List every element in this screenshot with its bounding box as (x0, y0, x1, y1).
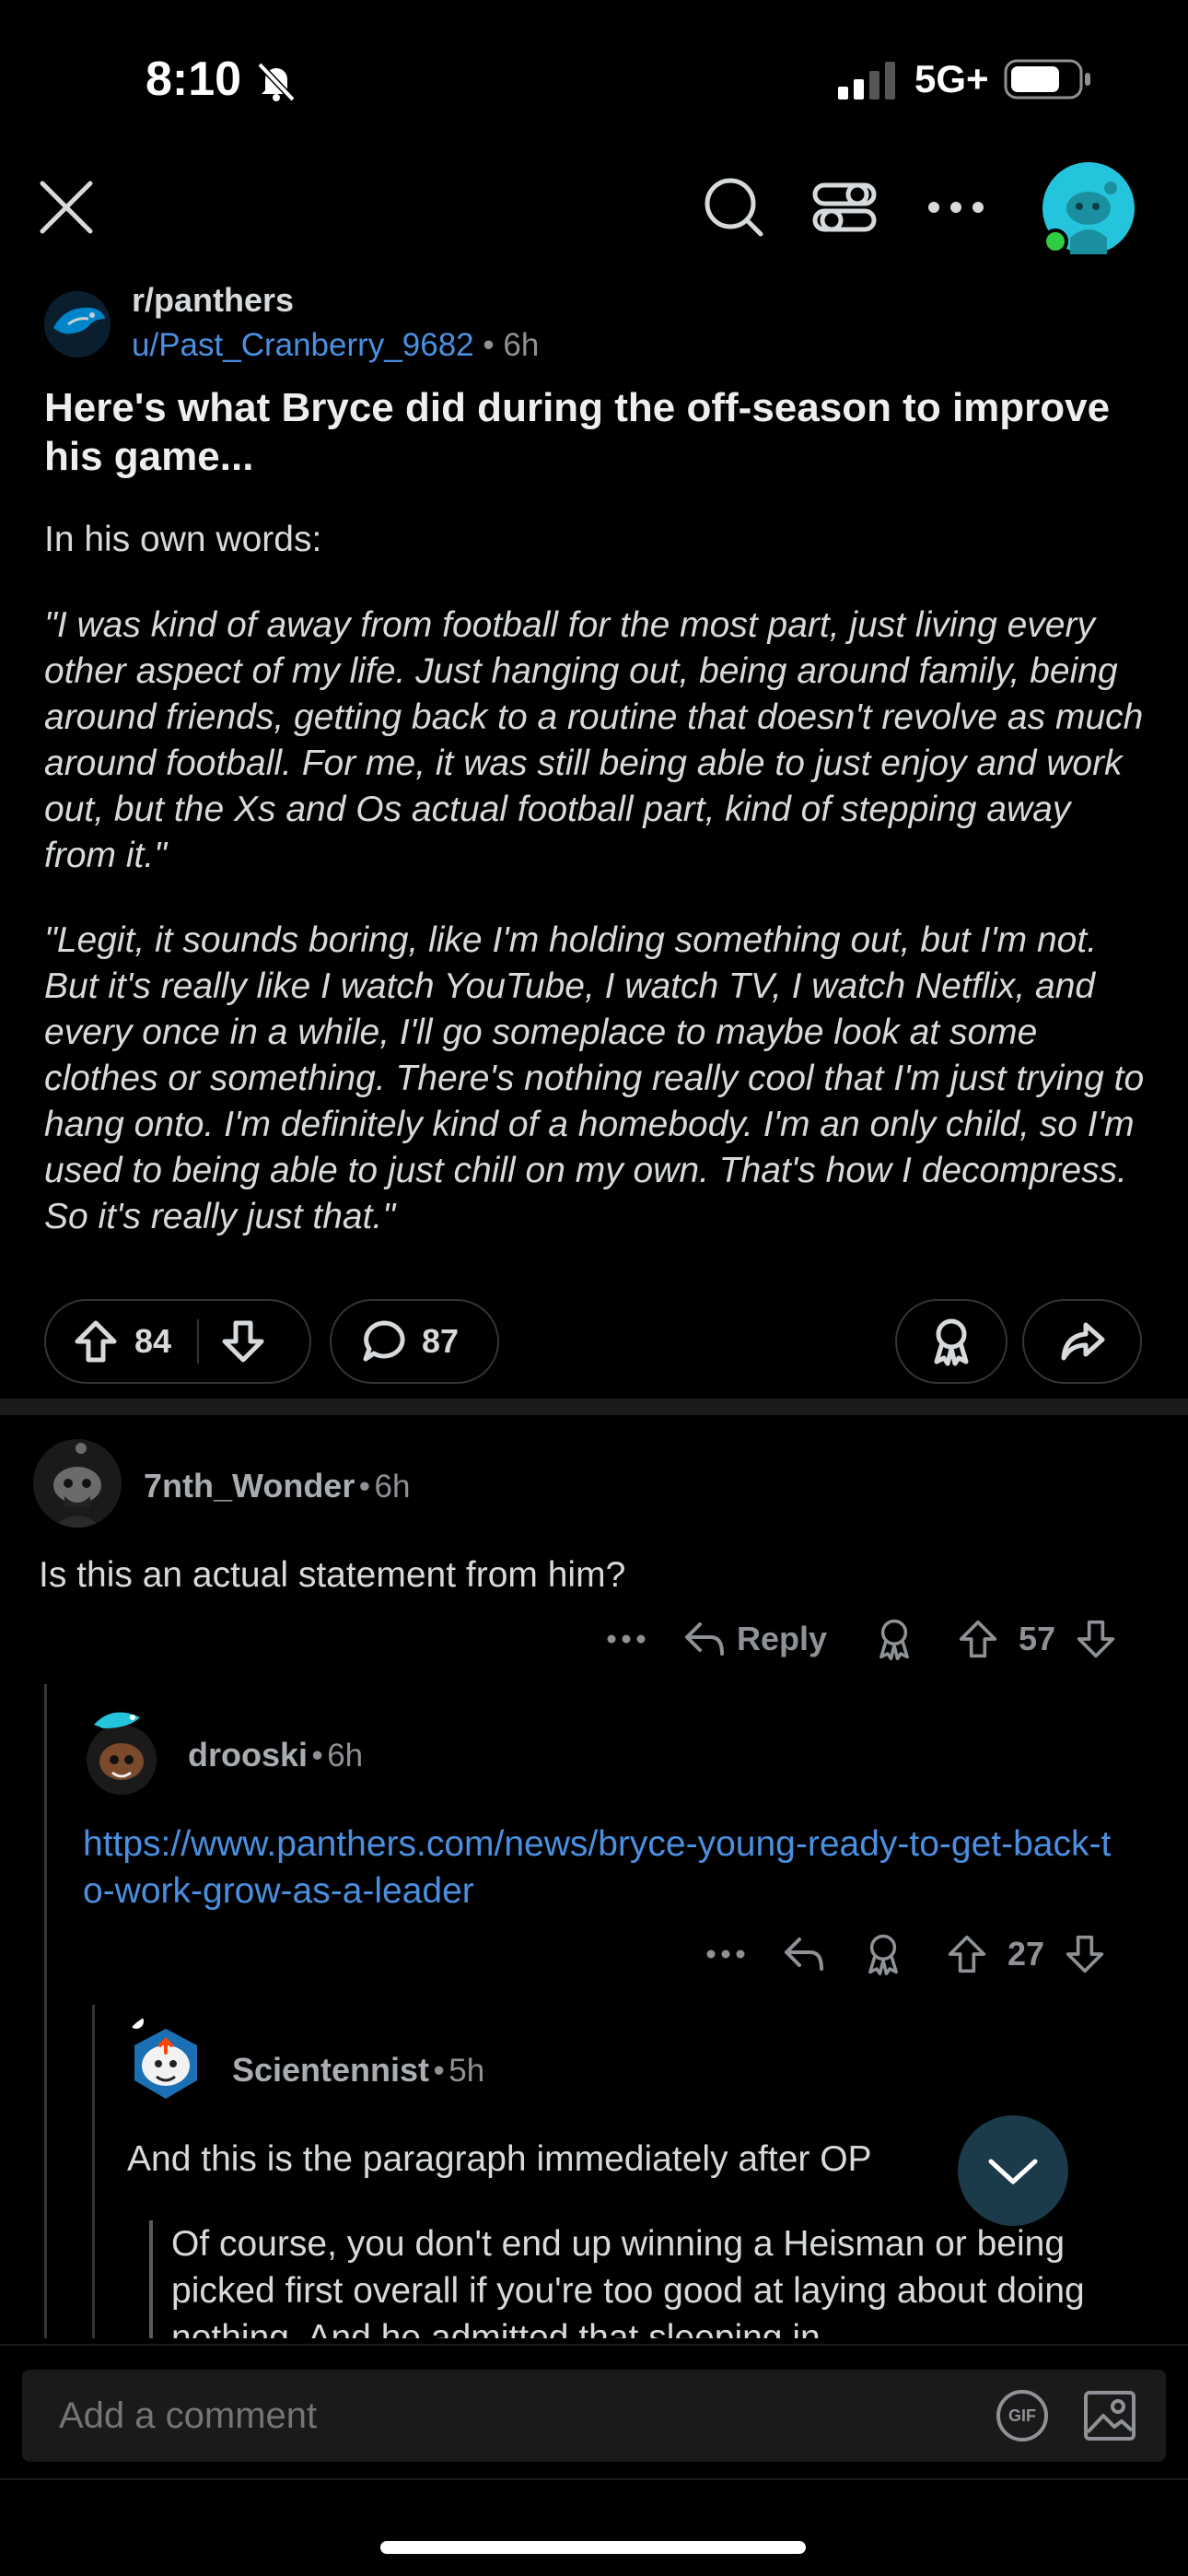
comment-vote-count: 57 (1019, 1620, 1056, 1657)
gif-icon: GIF (1008, 2406, 1036, 2425)
scroll-to-next-button[interactable] (958, 2115, 1068, 2226)
post-comment-count: 87 (422, 1322, 460, 1360)
subreddit-avatar[interactable] (44, 291, 111, 357)
comment-header: 7nth_Wonder • 6h (144, 1467, 410, 1505)
post-quote-2: "Legit, it sounds boring, like I'm holdi… (44, 920, 1145, 1236)
silent-mode-icon (254, 59, 298, 103)
blockquote-clip: Of course, you don't end up winning a He… (171, 2220, 1129, 2338)
post-author[interactable]: u/Past_Cranberry_9682 (132, 327, 474, 363)
reply-icon[interactable] (783, 1936, 825, 1973)
reply-label: Reply (737, 1620, 828, 1657)
thread-line (44, 1684, 47, 2338)
comment-vote-count: 27 (1007, 1935, 1045, 1973)
vote-pill: 84 (44, 1299, 311, 1384)
post-meta: u/Past_Cranberry_9682 • 6h (132, 327, 539, 364)
blockquote-bar (149, 2220, 153, 2338)
close-icon (40, 181, 93, 234)
post-intro: In his own words: (44, 520, 322, 559)
comment-username[interactable]: Scientennist (232, 2051, 429, 2089)
comment-composer[interactable]: GIF (22, 2370, 1166, 2462)
separator: • (311, 1738, 323, 1774)
upvote-icon[interactable] (947, 1934, 987, 1974)
comment-avatar[interactable] (33, 1439, 122, 1528)
downvote-icon (222, 1320, 264, 1363)
image-button[interactable] (1083, 2390, 1136, 2441)
close-button[interactable] (25, 166, 108, 249)
comment-actions: 27 (705, 1929, 1153, 1979)
separator: • (483, 327, 495, 363)
comment-text-visible: And this is the paragraph immediately af… (127, 2139, 872, 2179)
award-icon (934, 1318, 969, 1366)
comment-link[interactable]: https://www.panthers.com/news/bryce-youn… (83, 1821, 1114, 1914)
gif-button[interactable]: GIF (996, 2390, 1048, 2441)
comment-header: drooski • 6h (188, 1736, 363, 1774)
comment-age: 6h (327, 1738, 364, 1774)
sort-filter-button[interactable] (803, 166, 886, 249)
separator: • (433, 2053, 445, 2089)
comment-actions: Reply 57 (600, 1614, 1153, 1664)
composer-separator (0, 2344, 1188, 2346)
comment-username[interactable]: drooski (188, 1736, 308, 1774)
downvote-icon[interactable] (1076, 1619, 1116, 1659)
signal-icon (838, 61, 899, 100)
post-age: 6h (503, 327, 540, 363)
reply-button[interactable]: Reply (683, 1620, 827, 1658)
share-icon (1061, 1322, 1105, 1361)
more-icon[interactable] (606, 1633, 646, 1645)
award-icon[interactable] (862, 1931, 904, 1977)
status-time: 8:10 (146, 53, 242, 106)
home-indicator[interactable] (380, 2541, 806, 2554)
comment-avatar[interactable] (120, 2012, 212, 2104)
upvote-button[interactable] (74, 1319, 118, 1364)
filter-icon (812, 182, 877, 232)
comment-blockquote: Of course, you don't end up winning a He… (171, 2224, 1085, 2338)
upvote-icon (75, 1320, 117, 1363)
more-icon (928, 202, 984, 213)
image-icon (1084, 2391, 1136, 2441)
post-title: Here's what Bryce did during the off-sea… (44, 385, 1111, 479)
share-button[interactable] (1022, 1299, 1142, 1384)
award-button[interactable] (895, 1299, 1007, 1384)
chevron-down-icon (988, 2159, 1038, 2184)
downvote-button[interactable] (221, 1319, 265, 1364)
award-icon[interactable] (873, 1616, 915, 1662)
comment-icon (363, 1320, 405, 1362)
composer-separator (0, 2478, 1188, 2480)
comment-header: Scientennist • 5h (232, 2051, 484, 2090)
user-avatar[interactable] (1042, 162, 1135, 254)
subreddit-name[interactable]: r/panthers (132, 281, 294, 320)
comment-avatar[interactable] (76, 1695, 168, 1797)
comment-age: 5h (448, 2053, 485, 2089)
search-icon (705, 178, 763, 237)
thread-line (92, 2005, 95, 2338)
comment-username[interactable]: 7nth_Wonder (144, 1467, 355, 1505)
search-button[interactable] (693, 166, 775, 249)
network-type: 5G+ (914, 57, 989, 100)
comment-input[interactable] (59, 2395, 961, 2437)
more-icon[interactable] (705, 1948, 746, 1961)
separator: • (358, 1469, 371, 1505)
downvote-icon[interactable] (1065, 1934, 1105, 1974)
post-quote-1: "I was kind of away from football for th… (44, 605, 1144, 875)
upvote-icon[interactable] (958, 1619, 998, 1659)
post-vote-count: 84 (134, 1322, 172, 1360)
comment-text: Is this an actual statement from him? (39, 1555, 626, 1595)
more-options-button[interactable] (914, 166, 997, 249)
vote-divider (197, 1319, 200, 1364)
battery-icon (1004, 59, 1092, 100)
comment-age: 6h (374, 1469, 411, 1505)
comments-button[interactable]: 87 (330, 1299, 499, 1384)
online-indicator (1042, 228, 1068, 254)
section-divider (0, 1399, 1188, 1415)
reply-icon (685, 1622, 724, 1656)
